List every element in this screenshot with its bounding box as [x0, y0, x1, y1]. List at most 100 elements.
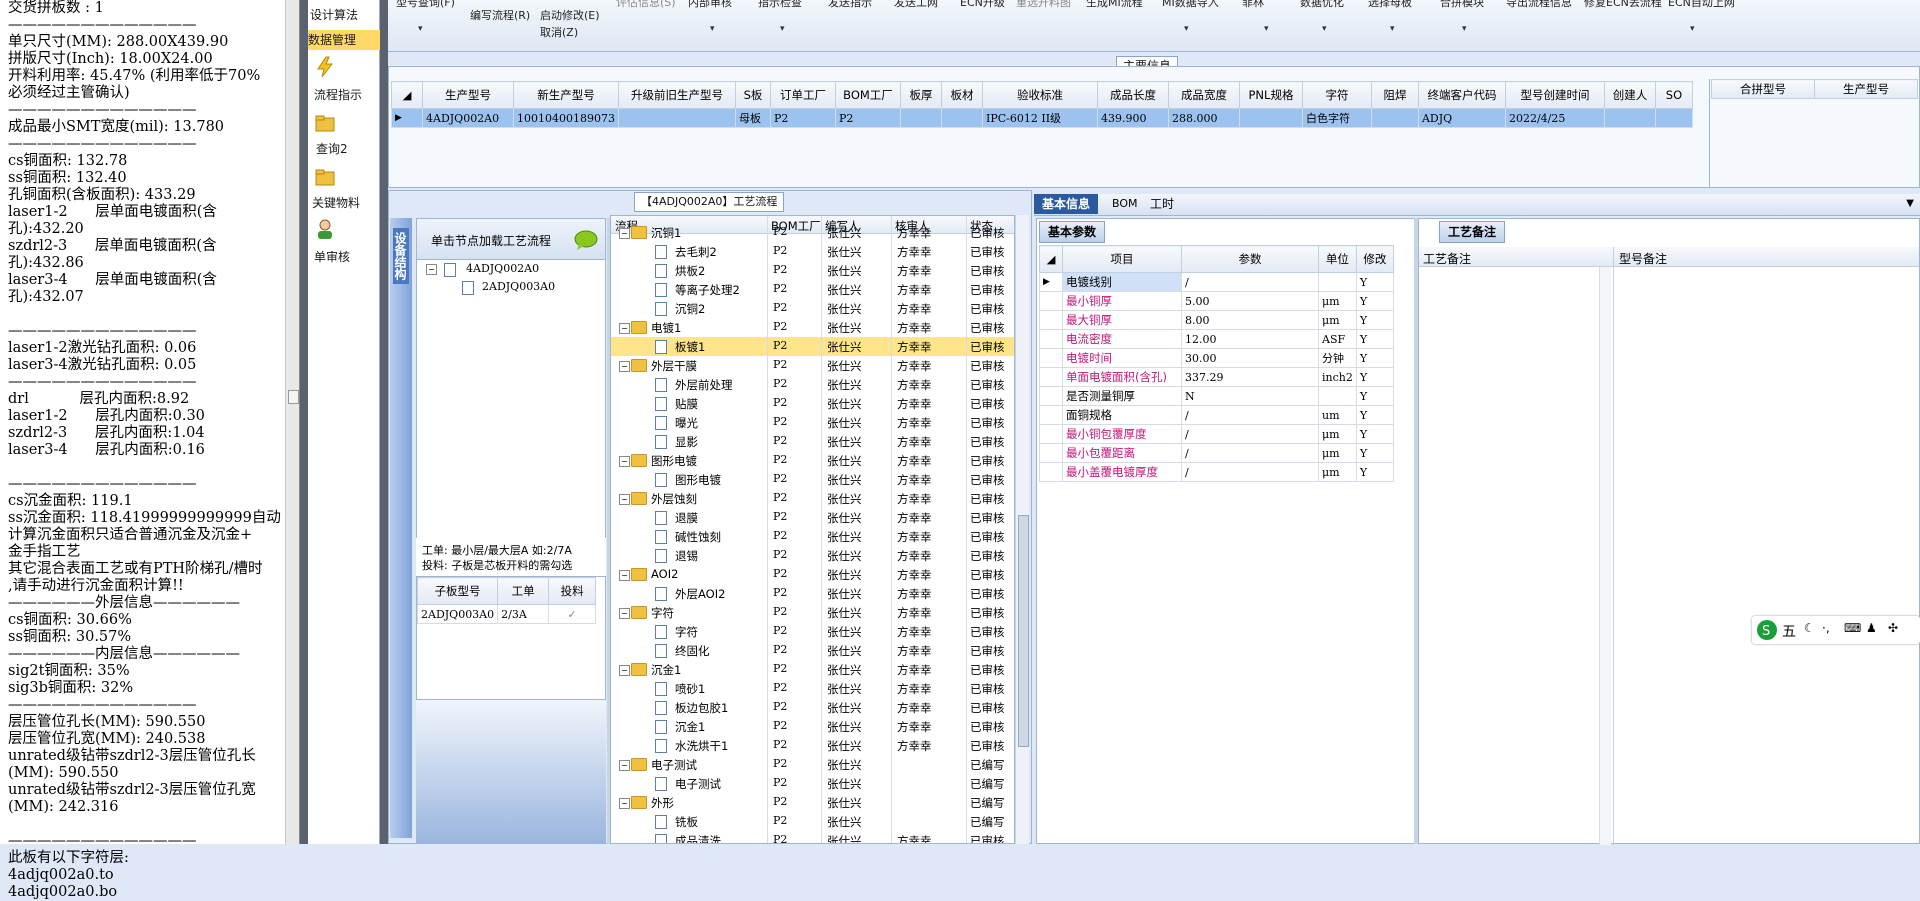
- dropdown-arrow-icon[interactable]: ▼: [1906, 198, 1914, 209]
- nav-item-data-mgmt[interactable]: 数据管理: [308, 30, 380, 50]
- param-value[interactable]: /: [1181, 443, 1319, 463]
- param-modify[interactable]: Y: [1355, 462, 1394, 482]
- column-header[interactable]: S板: [734, 81, 771, 109]
- column-header[interactable]: BOM工厂: [834, 81, 901, 109]
- tree-node-child[interactable]: 2ADJQ003A0: [482, 280, 555, 293]
- table-row[interactable]: 单面电镀面积(含孔) 337.29 inch2 Y: [1039, 367, 1394, 387]
- feed-checkbox[interactable]: ✓: [548, 604, 597, 624]
- chevron-down-icon[interactable]: ▾: [710, 24, 715, 34]
- table-cell[interactable]: 白色字符: [1301, 108, 1372, 128]
- param-value[interactable]: 337.29: [1181, 367, 1319, 387]
- column-header[interactable]: 板材: [940, 81, 983, 109]
- table-row[interactable]: 最小盖覆电镀厚度 / μm Y: [1039, 462, 1394, 482]
- table-row[interactable]: 最小铜厚 5.00 μm Y: [1039, 291, 1394, 311]
- param-modify[interactable]: Y: [1355, 386, 1394, 406]
- list-item[interactable]: 板边包胶1 P2 张仕兴 方幸幸 已审核: [611, 698, 1014, 717]
- notepad-scrollbar[interactable]: [285, 0, 299, 844]
- table-row[interactable]: 最小铜包覆厚度 / μm Y: [1039, 424, 1394, 444]
- expand-icon[interactable]: −: [619, 361, 630, 372]
- steps-scrollbar[interactable]: [1015, 215, 1029, 844]
- tab-bom[interactable]: BOM: [1104, 194, 1146, 214]
- column-header[interactable]: 成品宽度: [1167, 81, 1240, 109]
- table-cell[interactable]: P2: [834, 108, 901, 128]
- param-value[interactable]: 30.00: [1181, 348, 1319, 368]
- toolbar-button[interactable]: 内部审核: [688, 0, 732, 10]
- column-header[interactable]: 投料: [548, 577, 597, 605]
- table-cell[interactable]: [1603, 108, 1656, 128]
- toolbar-button[interactable]: 合拼模块: [1440, 0, 1484, 10]
- column-header[interactable]: 型号创建时间: [1504, 81, 1605, 109]
- list-item[interactable]: 碱性蚀刻 P2 张仕兴 方幸幸 已审核: [611, 527, 1014, 546]
- moon-icon[interactable]: ☾: [1804, 621, 1815, 635]
- chevron-down-icon[interactable]: ▾: [780, 24, 785, 34]
- list-item[interactable]: 终固化 P2 张仕兴 方幸幸 已审核: [611, 641, 1014, 660]
- punctuation-icon[interactable]: ·,: [1822, 621, 1830, 635]
- list-item[interactable]: 水洗烘干1 P2 张仕兴 方幸幸 已审核: [611, 736, 1014, 755]
- column-header[interactable]: 工单: [497, 577, 550, 605]
- expand-icon[interactable]: −: [619, 228, 630, 239]
- param-value[interactable]: 5.00: [1181, 291, 1319, 311]
- list-item[interactable]: 外层AOI2 P2 张仕兴 方幸幸 已审核: [611, 584, 1014, 603]
- param-value[interactable]: N: [1181, 386, 1319, 406]
- column-header[interactable]: 参数: [1181, 245, 1319, 273]
- list-item[interactable]: − 字符 P2 张仕兴 方幸幸 已审核: [611, 603, 1014, 622]
- list-item[interactable]: 沉铜2 P2 张仕兴 方幸幸 已审核: [611, 299, 1014, 318]
- chevron-down-icon[interactable]: ▾: [1264, 24, 1269, 34]
- list-item[interactable]: 退膜 P2 张仕兴 方幸幸 已审核: [611, 508, 1014, 527]
- table-cell[interactable]: [617, 108, 736, 128]
- column-header[interactable]: 字符: [1301, 81, 1372, 109]
- list-item[interactable]: 等离子处理2 P2 张仕兴 方幸幸 已审核: [611, 280, 1014, 299]
- list-item[interactable]: 烘板2 P2 张仕兴 方幸幸 已审核: [611, 261, 1014, 280]
- list-item[interactable]: 曝光 P2 张仕兴 方幸幸 已审核: [611, 413, 1014, 432]
- column-header[interactable]: 板厚: [899, 81, 942, 109]
- tab-equipment[interactable]: 设备结构: [393, 228, 409, 284]
- list-item[interactable]: 退锡 P2 张仕兴 方幸幸 已审核: [611, 546, 1014, 565]
- scroll-thumb[interactable]: [288, 390, 299, 404]
- param-value[interactable]: /: [1181, 272, 1319, 292]
- param-modify[interactable]: Y: [1355, 329, 1394, 349]
- table-row[interactable]: ▶ 电镀线别 / Y: [1039, 272, 1394, 292]
- tree-node-root[interactable]: 4ADJQ002A0: [466, 262, 539, 275]
- column-header[interactable]: 合拼型号: [1711, 79, 1815, 99]
- column-header[interactable]: 验收标准: [981, 81, 1098, 109]
- column-header[interactable]: 新生产型号: [513, 81, 619, 109]
- list-item[interactable]: − 图形电镀 P2 张仕兴 方幸幸 已审核: [611, 451, 1014, 470]
- table-row[interactable]: ▶ 4ADJQ002A0 10010400189073 母板 P2 P2 IPC-6012 …: [391, 108, 1693, 128]
- notepad-text[interactable]: 交货拼板数 : 1 ————————————— 单只尺寸(MM): 288.00X4…: [8, 0, 283, 901]
- toolbar-button[interactable]: 数据优化: [1300, 0, 1344, 10]
- toolbar-button[interactable]: 编写流程(R): [470, 7, 530, 23]
- chat-bubble-icon[interactable]: [573, 229, 599, 251]
- list-item[interactable]: 铣板 P2 张仕兴 已编写: [611, 812, 1014, 831]
- list-item[interactable]: 电子测试 P2 张仕兴 已编写: [611, 774, 1014, 793]
- list-item[interactable]: − 外形 P2 张仕兴 已编写: [611, 793, 1014, 812]
- list-item[interactable]: − 外层干膜 P2 张仕兴 方幸幸 已审核: [611, 356, 1014, 375]
- remarks-scrollbar[interactable]: [1599, 267, 1611, 845]
- list-item[interactable]: − 电子测试 P2 张仕兴 已编写: [611, 755, 1014, 774]
- column-header[interactable]: 生产型号: [422, 81, 514, 109]
- chevron-down-icon[interactable]: ▾: [418, 24, 423, 34]
- param-value[interactable]: /: [1181, 462, 1319, 482]
- ime-toolbar[interactable]: S 五 ☾ ·, ⌨ ♟ ✣: [1752, 616, 1920, 644]
- param-value[interactable]: /: [1181, 405, 1319, 425]
- param-modify[interactable]: Y: [1355, 443, 1394, 463]
- table-cell[interactable]: 母板: [734, 108, 771, 128]
- list-item[interactable]: 显影 P2 张仕兴 方幸幸 已审核: [611, 432, 1014, 451]
- nav-item-review[interactable]: 单审核: [314, 248, 386, 265]
- column-header[interactable]: 终端客户代码: [1417, 81, 1506, 109]
- toolbar-button[interactable]: 指示检查: [758, 0, 802, 10]
- expand-icon[interactable]: −: [619, 665, 630, 676]
- column-header[interactable]: PNL规格: [1238, 81, 1303, 109]
- list-item[interactable]: − 沉金1 P2 张仕兴 方幸幸 已审核: [611, 660, 1014, 679]
- nav-item-query2[interactable]: 查询2: [316, 140, 388, 157]
- column-header[interactable]: 单位: [1318, 245, 1357, 273]
- column-header[interactable]: SO: [1654, 81, 1693, 109]
- param-modify[interactable]: Y: [1355, 291, 1394, 311]
- table-row[interactable]: 电流密度 12.00 ASF Y: [1039, 329, 1394, 349]
- expand-icon[interactable]: −: [619, 798, 630, 809]
- table-row[interactable]: 电镀时间 30.00 分钟 Y: [1039, 348, 1394, 368]
- table-row[interactable]: 最小包覆距离 / μm Y: [1039, 443, 1394, 463]
- list-item[interactable]: 图形电镀 P2 张仕兴 方幸幸 已审核: [611, 470, 1014, 489]
- nav-item-design-algo[interactable]: 设计算法: [310, 6, 382, 23]
- column-header[interactable]: 项目: [1062, 245, 1182, 273]
- expand-icon[interactable]: −: [619, 323, 630, 334]
